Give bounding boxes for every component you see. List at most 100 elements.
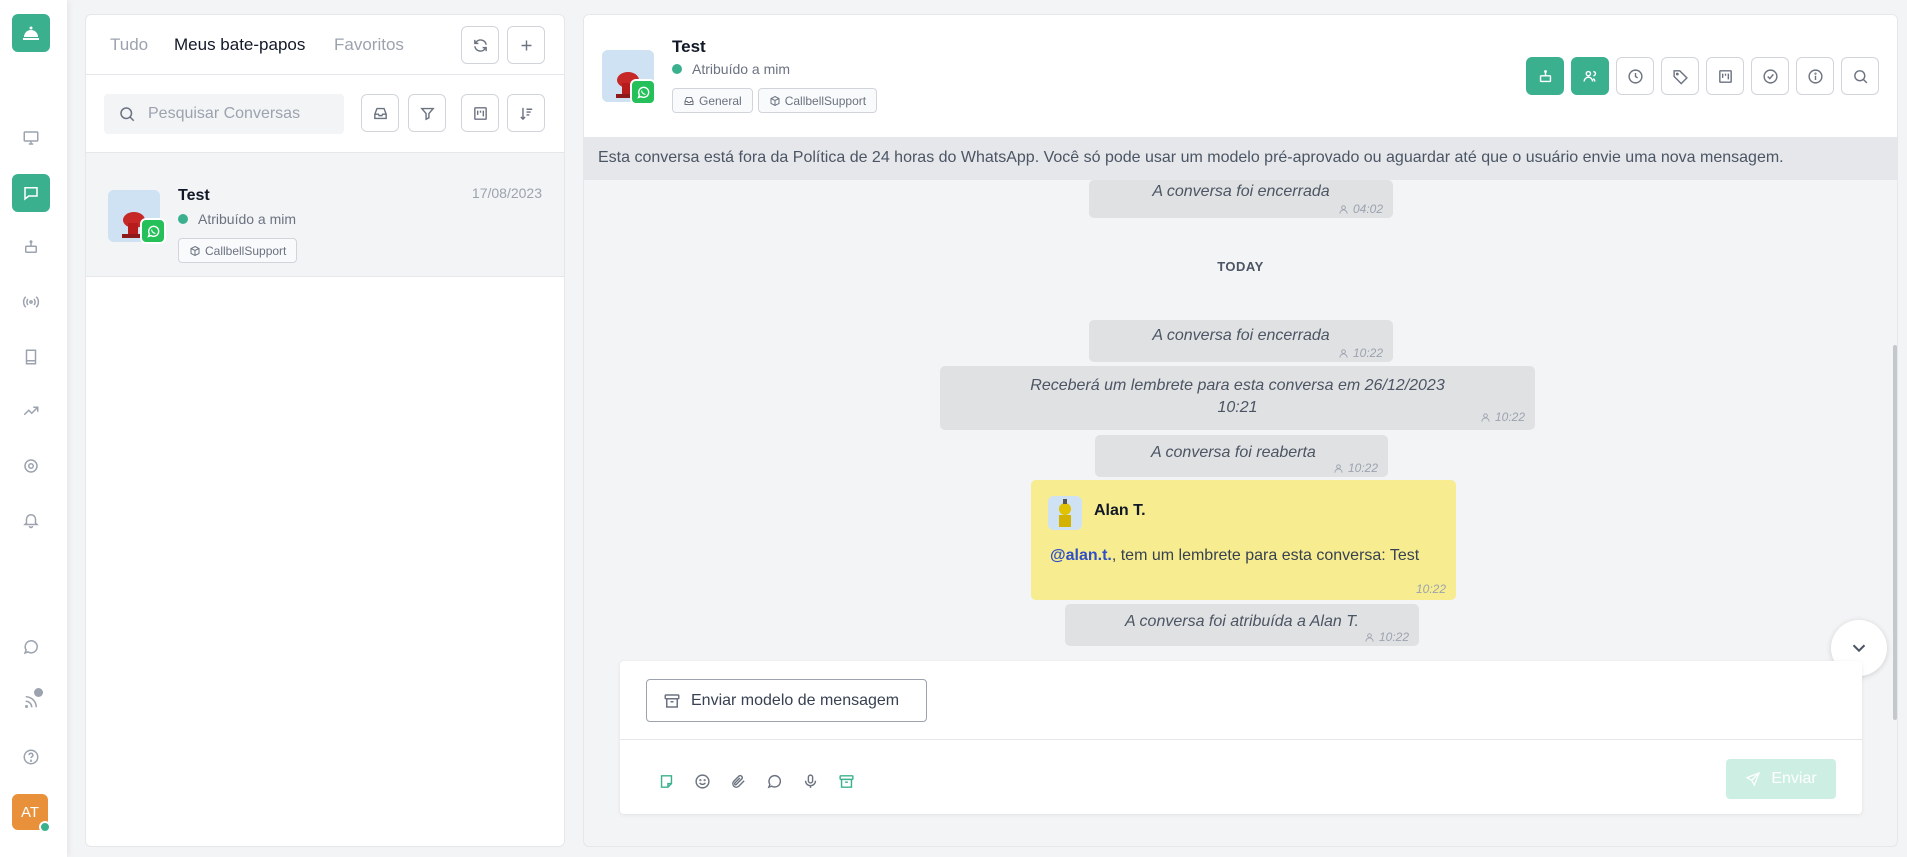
refresh-button[interactable]: [461, 26, 499, 64]
user-avatar[interactable]: AT: [12, 794, 51, 833]
note-author: Alan T.: [1094, 502, 1146, 519]
info-icon: [1807, 68, 1823, 84]
chat-contact-name: Test: [672, 37, 706, 56]
board-view-button[interactable]: [461, 94, 499, 132]
assigned-status-dot: [672, 64, 682, 74]
tab-all[interactable]: Tudo: [110, 35, 148, 55]
sort-button[interactable]: [507, 94, 545, 132]
composer-divider: [620, 739, 1862, 740]
system-message: A conversa foi encerrada 04:02: [1089, 180, 1393, 218]
user-icon: [1365, 632, 1374, 642]
send-icon: [1745, 771, 1761, 787]
user-icon: [1339, 204, 1348, 214]
system-message: A conversa foi encerrada 10:22: [1089, 320, 1393, 362]
chat-tags: General CallbellSupport: [672, 88, 878, 113]
close-conversation-button[interactable]: [1751, 57, 1789, 95]
internal-note-message: Alan T. @alan.t., tem um lembrete para e…: [1031, 480, 1456, 600]
conversation-date: 17/08/2023: [471, 185, 542, 201]
sticky-note-icon: [660, 774, 672, 788]
new-conversation-button[interactable]: [507, 26, 545, 64]
chat-status: Atribuído a mim: [672, 61, 790, 77]
system-message: A conversa foi reaberta 10:22: [1095, 435, 1388, 477]
chat-panel: Test Atribuído a mim General CallbellSup…: [583, 14, 1898, 847]
refresh-icon: [473, 38, 487, 52]
pipeline-button[interactable]: [1706, 57, 1744, 95]
search-input[interactable]: [148, 105, 338, 123]
agent-avatar: [1048, 496, 1082, 530]
check-circle-icon: [1762, 68, 1778, 84]
board-icon: [1718, 69, 1732, 83]
users-icon: [1582, 70, 1596, 82]
assign-users-button[interactable]: [1571, 57, 1609, 95]
tab-favorites[interactable]: Favoritos: [334, 35, 404, 55]
inbox-tag[interactable]: General: [672, 88, 753, 113]
bell-icon[interactable]: [12, 501, 50, 539]
monitor-icon[interactable]: [12, 119, 50, 157]
tab-my-chats[interactable]: Meus bate-papos: [174, 35, 305, 55]
conversation-status: Atribuído a mim: [178, 211, 296, 227]
filter-button[interactable]: [408, 94, 446, 132]
search-icon: [1853, 69, 1867, 83]
conversation-list-item[interactable]: Test 17/08/2023 Atribuído a mim Callbell…: [86, 153, 564, 277]
trending-up-icon[interactable]: [12, 392, 50, 430]
whatsapp-badge-icon: [630, 79, 656, 105]
note-text: @alan.t., tem um lembrete para esta conv…: [1050, 547, 1420, 564]
note-tool[interactable]: [655, 770, 677, 792]
clock-icon: [1627, 68, 1643, 84]
rss-icon[interactable]: [12, 683, 50, 721]
mention-link[interactable]: @alan.t.: [1050, 547, 1112, 564]
send-template-button[interactable]: Enviar modelo de mensagem: [646, 679, 927, 722]
inbox-filter-button[interactable]: [361, 94, 399, 132]
quick-reply-tool[interactable]: [763, 770, 785, 792]
message-meta: 04:02: [1338, 202, 1383, 216]
search-messages-button[interactable]: [1841, 57, 1879, 95]
message-composer: Enviar modelo de mensagem Enviar: [620, 661, 1862, 814]
send-button[interactable]: Enviar: [1726, 759, 1836, 799]
conversation-list-panel: Tudo Meus bate-papos Favoritos Pesquisar…: [85, 14, 565, 847]
robot-icon[interactable]: [12, 228, 50, 266]
message-circle-icon: [767, 774, 781, 788]
attachment-tool[interactable]: [727, 770, 749, 792]
cube-icon: [190, 245, 200, 256]
chat-icon[interactable]: [12, 174, 50, 212]
voice-tool[interactable]: [799, 770, 821, 792]
archive-icon: [664, 693, 680, 708]
callbell-logo-icon[interactable]: [12, 14, 50, 52]
book-icon[interactable]: [12, 338, 50, 376]
robot-icon: [1539, 69, 1551, 82]
user-icon: [1334, 463, 1343, 473]
emoji-tool[interactable]: [691, 770, 713, 792]
info-button[interactable]: [1796, 57, 1834, 95]
user-icon: [1339, 348, 1348, 358]
inbox-icon: [373, 107, 387, 119]
messages-scrollbar[interactable]: [1893, 345, 1897, 720]
archive-icon: [838, 774, 854, 788]
search-row: [86, 75, 564, 153]
template-tool[interactable]: [835, 770, 857, 792]
tags-button[interactable]: [1661, 57, 1699, 95]
whatsapp-icon[interactable]: [12, 628, 50, 666]
gear-icon[interactable]: [12, 447, 50, 485]
search-box: [104, 94, 344, 134]
reminder-button[interactable]: [1616, 57, 1654, 95]
broadcast-icon[interactable]: [12, 283, 50, 321]
message-meta: 10:22: [1364, 630, 1409, 644]
conversation-name: Test: [178, 187, 210, 204]
conversation-tabs: Tudo Meus bate-papos Favoritos: [86, 15, 564, 75]
paperclip-icon: [731, 774, 745, 788]
filter-icon: [419, 107, 435, 120]
message-meta: 10:22: [1333, 461, 1378, 475]
online-status-dot: [39, 821, 51, 833]
search-icon: [120, 107, 135, 122]
cube-icon: [770, 95, 780, 106]
inbox-icon: [684, 96, 694, 105]
tag-icon: [1672, 69, 1688, 85]
message-meta: 10:22: [1480, 406, 1525, 428]
board-icon: [473, 106, 487, 120]
note-time: 10:22: [1415, 582, 1446, 596]
whatsapp-policy-notice: Esta conversa está fora da Política de 2…: [584, 137, 1897, 180]
help-circle-icon[interactable]: [12, 738, 50, 776]
bot-button[interactable]: [1526, 57, 1564, 95]
team-tag[interactable]: CallbellSupport: [757, 88, 878, 113]
chevron-down-icon: [1852, 644, 1866, 653]
